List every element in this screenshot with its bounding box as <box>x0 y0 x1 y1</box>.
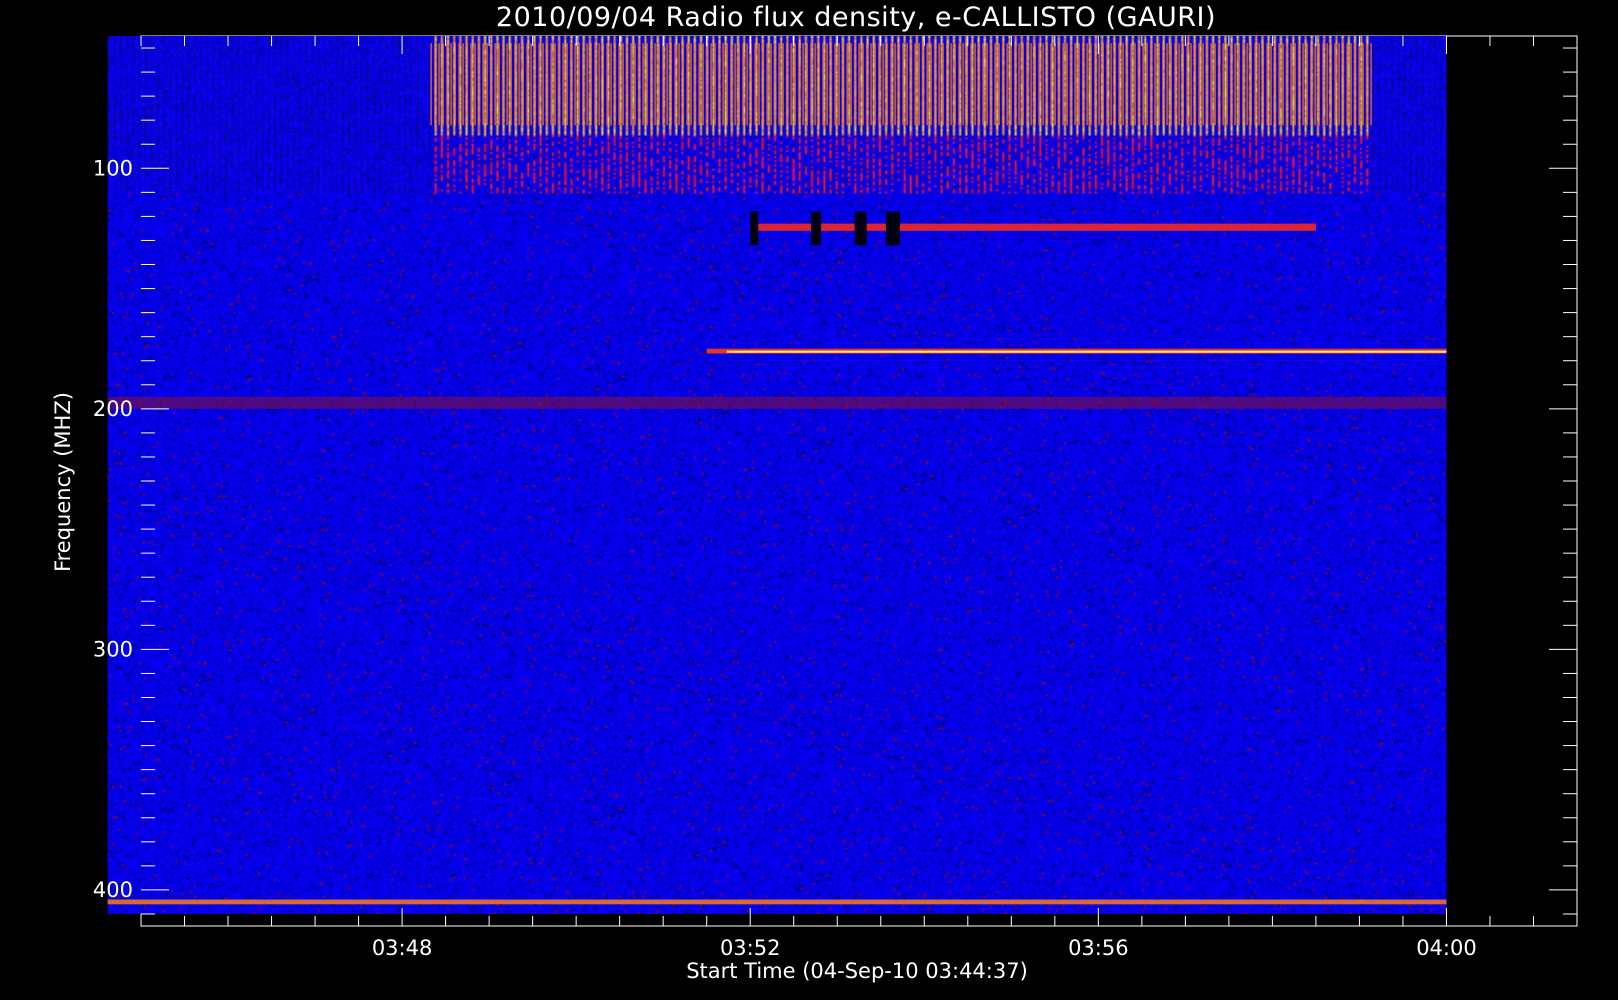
y-tick-label: 400 <box>93 878 133 902</box>
dropout-segment <box>885 211 900 246</box>
band-segment <box>107 396 1447 409</box>
dropout-segment <box>854 211 867 246</box>
chart-title: 2010/09/04 Radio flux density, e-CALLIST… <box>496 2 1216 33</box>
spectrogram-heatmap <box>107 36 1447 914</box>
x-axis-label: Start Time (04-Sep-10 03:44:37) <box>686 959 1028 983</box>
y-tick-label: 200 <box>93 397 133 421</box>
band-segment <box>750 223 1316 231</box>
feature-faint-band <box>107 396 1447 409</box>
dropout-segment <box>811 211 822 246</box>
x-tick-label: 03:48 <box>372 936 433 960</box>
y-tick-label: 300 <box>93 637 133 661</box>
x-tick-label: 03:56 <box>1068 936 1129 960</box>
band-segment <box>107 899 1447 905</box>
y-axis-label: Frequency (MHZ) <box>51 392 75 572</box>
feature-band-edge <box>107 899 1447 905</box>
dropout-segment <box>750 211 759 246</box>
x-tick-label: 04:00 <box>1416 936 1477 960</box>
band-core <box>726 350 1447 353</box>
y-tick-label: 100 <box>93 156 133 180</box>
feature-intermittent-emission <box>750 223 1316 231</box>
plot-area <box>107 35 1578 927</box>
spectrogram-chart: 2010/09/04 Radio flux density, e-CALLIST… <box>0 0 1618 1000</box>
feature-persistent-band <box>706 348 1447 354</box>
x-tick-label: 03:52 <box>720 936 781 960</box>
